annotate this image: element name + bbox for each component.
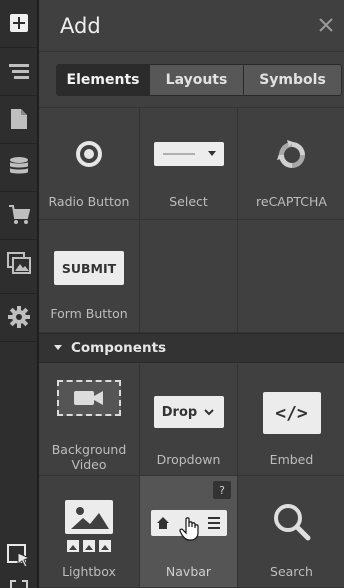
chevron-down-icon xyxy=(204,409,214,416)
element-label: Embed xyxy=(269,452,314,467)
pages-icon xyxy=(11,109,27,129)
embed-code-text: </> xyxy=(275,402,308,424)
caret-down-icon xyxy=(54,345,62,350)
components-section-header[interactable]: Components xyxy=(39,333,344,363)
lightbox-icon xyxy=(65,500,113,552)
form-button-text: SUBMIT xyxy=(61,260,117,276)
navigator-icon xyxy=(9,64,29,79)
tab-elements[interactable]: Elements xyxy=(57,65,150,95)
element-form-button[interactable]: SUBMIT Form Button xyxy=(39,220,140,333)
settings-button[interactable] xyxy=(0,293,38,341)
plus-icon xyxy=(10,14,28,32)
components-title: Components xyxy=(71,340,167,356)
element-lightbox[interactable]: Lightbox xyxy=(39,476,140,588)
select-icon xyxy=(153,142,224,166)
settings-icon xyxy=(8,306,30,328)
select-tool-icon xyxy=(7,544,31,568)
hand-cursor-icon xyxy=(179,517,199,541)
empty-cell xyxy=(140,220,238,333)
element-dropdown[interactable]: Drop Dropdown xyxy=(140,364,238,476)
element-label: Select xyxy=(169,194,208,209)
dropdown-button-text: Drop xyxy=(161,404,198,420)
search-icon xyxy=(273,504,310,541)
left-toolbar xyxy=(0,0,38,588)
element-label: Dropdown xyxy=(156,452,221,467)
embed-icon: </> xyxy=(262,392,321,434)
element-label: Background Video xyxy=(51,442,127,472)
help-badge-text: ? xyxy=(219,483,225,497)
add-panel-button[interactable] xyxy=(0,0,38,46)
form-button-icon: SUBMIT xyxy=(54,251,124,285)
pages-button[interactable] xyxy=(0,95,38,143)
element-embed[interactable]: </> Embed xyxy=(238,364,344,476)
element-label: Navbar xyxy=(165,564,212,579)
element-background-video[interactable]: Background Video xyxy=(39,364,140,476)
panel-header: Add xyxy=(39,0,344,52)
element-navbar[interactable]: ? Navbar xyxy=(140,476,238,588)
element-label: Lightbox xyxy=(62,564,116,579)
panel-tabs: Elements Layouts Symbols xyxy=(56,64,342,96)
element-recaptcha[interactable]: reCAPTCHA xyxy=(238,108,344,220)
more-tools-icon xyxy=(10,580,28,588)
help-badge[interactable]: ? xyxy=(213,481,231,499)
cms-button[interactable] xyxy=(0,143,38,191)
add-panel: Add Elements Layouts Symbols Radio Butto… xyxy=(38,0,344,588)
recaptcha-icon xyxy=(276,140,305,168)
tab-symbols[interactable]: Symbols xyxy=(244,65,341,95)
element-search[interactable]: Search xyxy=(238,476,344,588)
radio-button-icon xyxy=(76,141,102,167)
element-label: Radio Button xyxy=(48,194,130,209)
components-grid: Background Video Drop Dropdown </> Embed xyxy=(39,364,344,588)
element-label: Form Button xyxy=(50,306,128,321)
element-label: Search xyxy=(270,564,313,579)
assets-button[interactable] xyxy=(0,239,38,287)
element-radio-button[interactable]: Radio Button xyxy=(39,108,140,220)
element-label: reCAPTCHA xyxy=(256,194,327,209)
dropdown-icon: Drop xyxy=(153,396,224,428)
select-tool-button[interactable] xyxy=(0,532,38,580)
ecommerce-icon xyxy=(9,205,30,224)
forms-grid: Radio Button Select reCAPTCHA SUBMIT For… xyxy=(39,107,344,333)
video-camera-icon xyxy=(74,391,103,405)
cms-icon xyxy=(10,157,28,174)
background-video-icon xyxy=(57,380,121,416)
tab-layouts[interactable]: Layouts xyxy=(150,65,244,95)
panel-title: Add xyxy=(60,13,101,38)
ecommerce-button[interactable] xyxy=(0,191,38,239)
element-select[interactable]: Select xyxy=(140,108,238,220)
close-icon[interactable] xyxy=(315,14,337,36)
empty-cell xyxy=(238,220,344,333)
navigator-button[interactable] xyxy=(0,47,38,95)
assets-icon xyxy=(7,252,31,274)
